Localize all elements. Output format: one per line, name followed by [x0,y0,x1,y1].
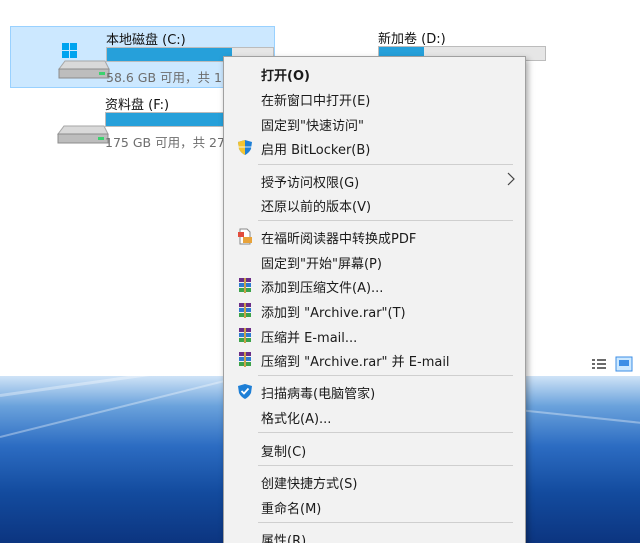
hard-drive-icon [57,125,109,144]
menu-item-restore-versions[interactable]: 还原以前的版本(V) [226,192,523,216]
drive-usage-fill [106,113,226,126]
menu-item-rename[interactable]: 重命名(M) [226,494,523,518]
uac-shield-icon [238,140,252,155]
drive-usage-fill [107,48,232,61]
details-view-icon [592,359,606,369]
menu-item-foxit-convert[interactable]: 在福昕阅读器中转换成PDF [226,224,523,248]
view-toggle-icons[interactable] [590,356,634,372]
menu-item-label: 创建快捷方式(S) [261,477,358,492]
menu-item-compress-email[interactable]: 压缩并 E-mail... [226,323,523,347]
winrar-icon [239,328,251,343]
menu-item-add-archive[interactable]: 添加到压缩文件(A)... [226,273,523,297]
menu-item-label: 重命名(M) [261,502,322,517]
menu-item-label: 压缩并 E-mail... [261,331,358,346]
menu-item-label: 添加到压缩文件(A)... [261,281,384,296]
menu-separator [258,522,513,523]
menu-item-open-new-window[interactable]: 在新窗口中打开(E) [226,86,523,110]
winrar-icon [239,352,251,367]
menu-item-label: 添加到 "Archive.rar"(T) [261,306,406,321]
menu-separator [258,220,513,221]
hard-drive-icon [58,43,110,79]
menu-item-label: 在福昕阅读器中转换成PDF [261,232,417,247]
menu-item-label: 启用 BitLocker(B) [261,143,371,158]
winrar-icon [239,278,251,293]
menu-item-open[interactable]: 打开(O) [226,61,523,85]
menu-item-label: 扫描病毒(电脑管家) [261,387,376,402]
submenu-arrow-icon [507,172,515,186]
menu-item-label: 固定到"开始"屏幕(P) [261,257,382,272]
pdf-document-icon [238,228,252,245]
drive-name: 资料盘 (F:) [105,98,170,113]
drive-free-space: 58.6 GB 可用，共 1 [106,70,222,85]
menu-item-pin-start[interactable]: 固定到"开始"屏幕(P) [226,249,523,273]
menu-item-label: 格式化(A)... [261,412,332,427]
menu-item-label: 固定到"快速访问" [261,119,364,134]
menu-separator [258,164,513,165]
menu-item-label: 在新窗口中打开(E) [261,94,371,109]
context-menu: 打开(O) 在新窗口中打开(E) 固定到"快速访问" 启用 BitLocker(… [223,56,526,543]
menu-item-label: 属性(R) [261,534,307,543]
menu-item-label: 压缩到 "Archive.rar" 并 E-mail [261,355,450,370]
large-icons-view-icon [615,356,633,372]
menu-item-scan-virus[interactable]: 扫描病毒(电脑管家) [226,379,523,403]
menu-separator [258,432,513,433]
menu-item-bitlocker[interactable]: 启用 BitLocker(B) [226,135,523,159]
drive-name: 新加卷 (D:) [378,32,446,47]
menu-item-compress-rar-email[interactable]: 压缩到 "Archive.rar" 并 E-mail [226,347,523,371]
menu-item-create-shortcut[interactable]: 创建快捷方式(S) [226,469,523,493]
menu-item-properties[interactable]: 属性(R) [226,526,523,543]
menu-item-label: 还原以前的版本(V) [261,200,372,215]
menu-item-label: 打开(O) [261,69,310,84]
menu-item-add-archive-rar[interactable]: 添加到 "Archive.rar"(T) [226,298,523,322]
menu-item-give-access[interactable]: 授予访问权限(G) [226,168,523,192]
drive-name: 本地磁盘 (C:) [106,33,186,48]
menu-separator [258,465,513,466]
menu-item-copy[interactable]: 复制(C) [226,437,523,461]
menu-item-format[interactable]: 格式化(A)... [226,404,523,428]
winrar-icon [239,303,251,318]
drive-free-space: 175 GB 可用，共 27 [105,135,225,150]
tencent-pc-manager-shield-icon [238,384,252,399]
menu-item-label: 复制(C) [261,445,307,460]
menu-item-label: 授予访问权限(G) [261,176,360,191]
menu-item-pin-quick-access[interactable]: 固定到"快速访问" [226,111,523,135]
menu-separator [258,375,513,376]
